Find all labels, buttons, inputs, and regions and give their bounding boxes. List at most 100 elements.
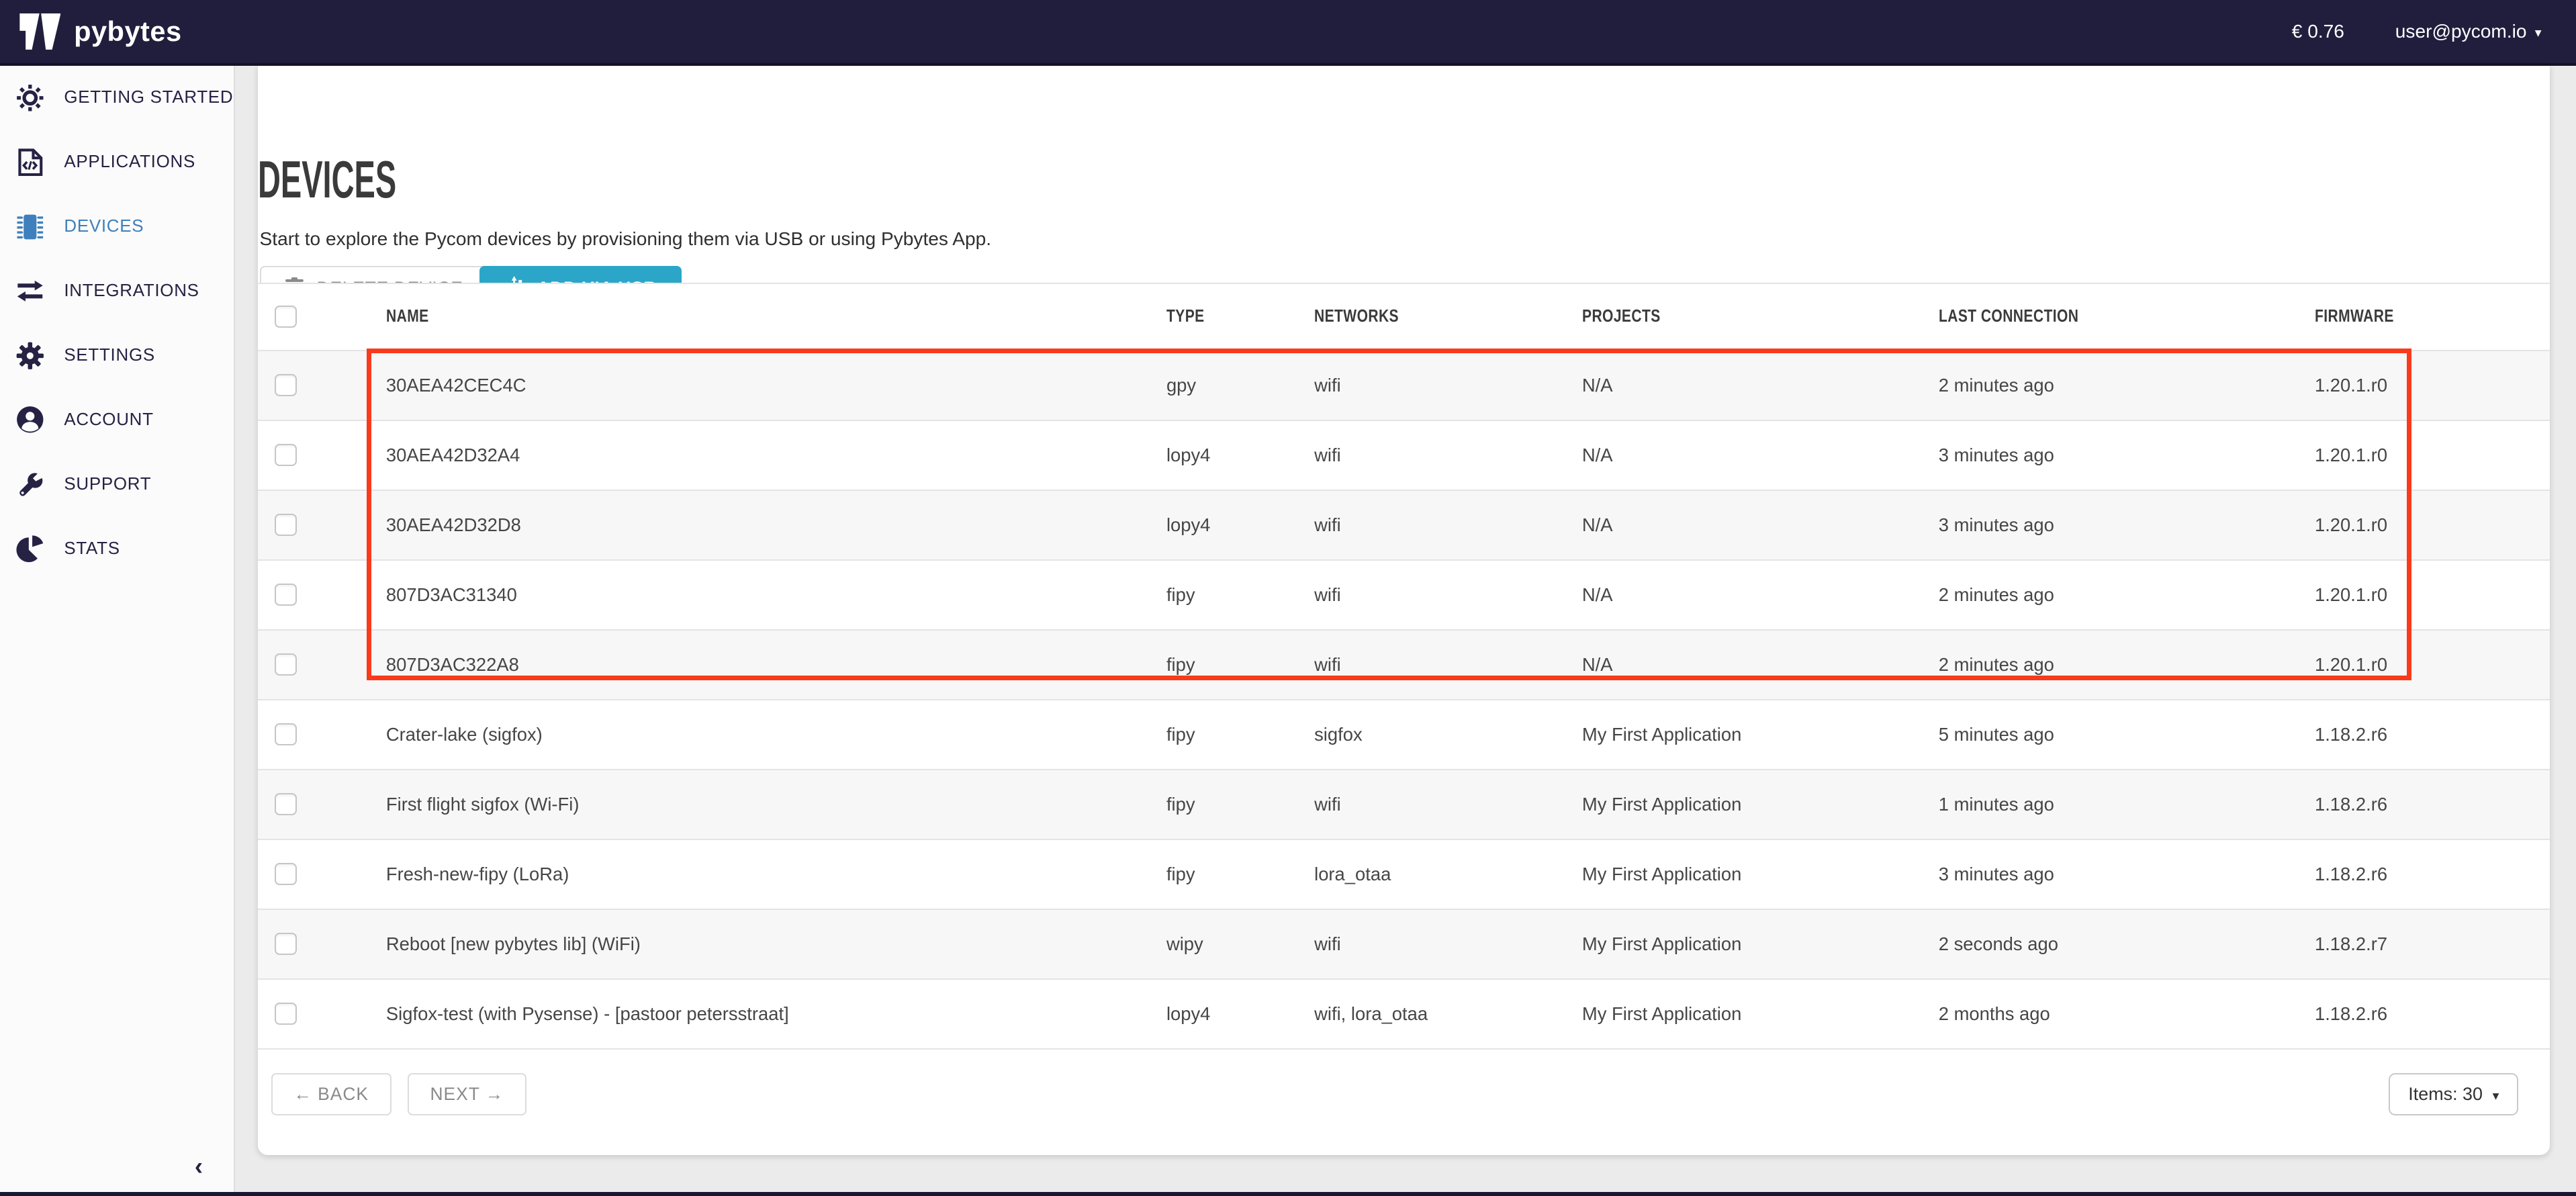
device-name[interactable]: 30AEA42CEC4C <box>386 375 1166 396</box>
table-row[interactable]: Fresh-new-fipy (LoRa) fipy lora_otaa My … <box>258 840 2550 910</box>
row-checkbox[interactable] <box>275 863 297 885</box>
device-networks: lora_otaa <box>1314 864 1582 885</box>
sidebar-item-support[interactable]: SUPPORT <box>0 452 234 516</box>
device-projects: My First Application <box>1582 864 1939 885</box>
device-networks: wifi <box>1314 933 1582 955</box>
sidebar-item-applications[interactable]: APPLICATIONS <box>0 130 234 195</box>
device-last-connection: 2 minutes ago <box>1939 654 2315 676</box>
column-header-projects[interactable]: PROJECTS <box>1582 307 1874 326</box>
table-row[interactable]: 807D3AC322A8 fipy wifi N/A 2 minutes ago… <box>258 631 2550 700</box>
sidebar-item-account[interactable]: ACCOUNT <box>0 387 234 452</box>
chevron-down-icon: ▾ <box>2493 1088 2499 1104</box>
device-networks: wifi <box>1314 584 1582 606</box>
device-networks: wifi <box>1314 794 1582 815</box>
device-type: fipy <box>1166 864 1314 885</box>
table-row[interactable]: Reboot [new pybytes lib] (WiFi) wipy wif… <box>258 910 2550 980</box>
sidebar-item-label: APPLICATIONS <box>64 152 195 172</box>
device-last-connection: 1 minutes ago <box>1939 794 2315 815</box>
sidebar-collapse-button[interactable]: ‹ <box>184 1152 214 1181</box>
sidebar-item-label: ACCOUNT <box>64 410 153 430</box>
row-checkbox[interactable] <box>275 374 297 396</box>
table-row[interactable]: 807D3AC31340 fipy wifi N/A 2 minutes ago… <box>258 561 2550 631</box>
device-type: gpy <box>1166 375 1314 396</box>
row-checkbox[interactable] <box>275 653 297 676</box>
table-row[interactable]: Sigfox-test (with Pysense) - [pastoor pe… <box>258 980 2550 1050</box>
table-row[interactable]: 30AEA42CEC4C gpy wifi N/A 2 minutes ago … <box>258 351 2550 421</box>
gear-icon <box>16 342 44 370</box>
sidebar-item-getting-started[interactable]: GETTING STARTED <box>0 66 234 130</box>
column-header-networks[interactable]: NETWORKS <box>1314 307 1534 326</box>
row-checkbox[interactable] <box>275 723 297 745</box>
row-checkbox[interactable] <box>275 584 297 606</box>
sidebar-item-label: DEVICES <box>64 217 144 236</box>
next-button[interactable]: NEXT → <box>408 1073 526 1116</box>
sidebar-item-label: SUPPORT <box>64 475 151 494</box>
device-name[interactable]: 807D3AC322A8 <box>386 654 1166 676</box>
device-firmware: 1.18.2.r6 <box>2315 794 2550 815</box>
devices-content-card: DEVICES Start to explore the Pycom devic… <box>258 66 2550 1155</box>
sidebar-item-stats[interactable]: STATS <box>0 516 234 581</box>
chip-icon <box>16 213 44 241</box>
row-checkbox[interactable] <box>275 933 297 955</box>
sidebar-item-label: INTEGRATIONS <box>64 281 199 301</box>
device-projects: N/A <box>1582 654 1939 676</box>
device-last-connection: 2 months ago <box>1939 1003 2315 1025</box>
device-projects: N/A <box>1582 445 1939 466</box>
pie-chart-icon <box>16 535 44 563</box>
device-name[interactable]: 30AEA42D32D8 <box>386 514 1166 536</box>
items-per-page-dropdown[interactable]: Items: 30 ▾ <box>2389 1073 2518 1116</box>
items-per-page-label: Items: 30 <box>2408 1084 2483 1105</box>
sidebar-item-integrations[interactable]: INTEGRATIONS <box>0 259 234 324</box>
table-row[interactable]: Crater-lake (sigfox) fipy sigfox My Firs… <box>258 700 2550 770</box>
device-firmware: 1.20.1.r0 <box>2315 654 2550 676</box>
window-bottom-edge <box>0 1192 2576 1196</box>
device-firmware: 1.20.1.r0 <box>2315 584 2550 606</box>
device-name[interactable]: First flight sigfox (Wi-Fi) <box>386 794 1166 815</box>
device-networks: wifi <box>1314 375 1582 396</box>
sidebar-item-settings[interactable]: SETTINGS <box>0 323 234 387</box>
table-row[interactable]: 30AEA42D32D8 lopy4 wifi N/A 3 minutes ag… <box>258 491 2550 561</box>
column-header-firmware[interactable]: FIRMWARE <box>2315 307 2508 326</box>
page-title: DEVICES <box>258 153 396 205</box>
device-type: wipy <box>1166 933 1314 955</box>
sidebar-item-devices[interactable]: DEVICES <box>0 195 234 259</box>
device-firmware: 1.20.1.r0 <box>2315 445 2550 466</box>
column-header-type[interactable]: TYPE <box>1166 307 1288 326</box>
wrench-icon <box>16 470 44 498</box>
row-checkbox[interactable] <box>275 793 297 815</box>
column-header-name[interactable]: NAME <box>386 307 1026 326</box>
table-row[interactable]: 30AEA42D32A4 lopy4 wifi N/A 3 minutes ag… <box>258 421 2550 491</box>
select-all-checkbox[interactable] <box>275 306 297 328</box>
device-name[interactable]: 807D3AC31340 <box>386 584 1166 606</box>
pybytes-logo[interactable]: pybytes <box>19 13 181 50</box>
devices-table: NAME TYPE NETWORKS PROJECTS LAST CONNECT… <box>258 283 2550 1050</box>
device-name[interactable]: Fresh-new-fipy (LoRa) <box>386 864 1166 885</box>
device-type: fipy <box>1166 654 1314 676</box>
arrows-exchange-icon <box>16 277 44 306</box>
table-row[interactable]: First flight sigfox (Wi-Fi) fipy wifi My… <box>258 770 2550 840</box>
device-type: lopy4 <box>1166 1003 1314 1025</box>
row-checkbox[interactable] <box>275 1003 297 1025</box>
top-bar: pybytes € 0.76 user@pycom.io ▾ <box>0 0 2576 66</box>
device-name[interactable]: 30AEA42D32A4 <box>386 445 1166 466</box>
device-last-connection: 3 minutes ago <box>1939 514 2315 536</box>
device-firmware: 1.18.2.r7 <box>2315 933 2550 955</box>
pybytes-devices-page: pybytes € 0.76 user@pycom.io ▾ <box>0 0 2576 1196</box>
device-projects: My First Application <box>1582 794 1939 815</box>
row-checkbox[interactable] <box>275 444 297 466</box>
sidebar: GETTING STARTED APPLICATIONS <box>0 66 235 1193</box>
device-name[interactable]: Reboot [new pybytes lib] (WiFi) <box>386 933 1166 955</box>
device-name[interactable]: Crater-lake (sigfox) <box>386 724 1166 745</box>
code-document-icon <box>16 148 44 177</box>
row-checkbox[interactable] <box>275 514 297 536</box>
column-header-last-connection[interactable]: LAST CONNECTION <box>1939 307 2247 326</box>
user-menu[interactable]: user@pycom.io ▾ <box>2395 21 2542 42</box>
device-name[interactable]: Sigfox-test (with Pysense) - [pastoor pe… <box>386 1003 1166 1025</box>
device-firmware: 1.18.2.r6 <box>2315 864 2550 885</box>
back-button[interactable]: ← BACK <box>271 1073 392 1116</box>
device-last-connection: 3 minutes ago <box>1939 445 2315 466</box>
device-last-connection: 2 seconds ago <box>1939 933 2315 955</box>
person-icon <box>16 406 44 434</box>
device-last-connection: 5 minutes ago <box>1939 724 2315 745</box>
pybytes-logo-icon <box>19 13 62 50</box>
